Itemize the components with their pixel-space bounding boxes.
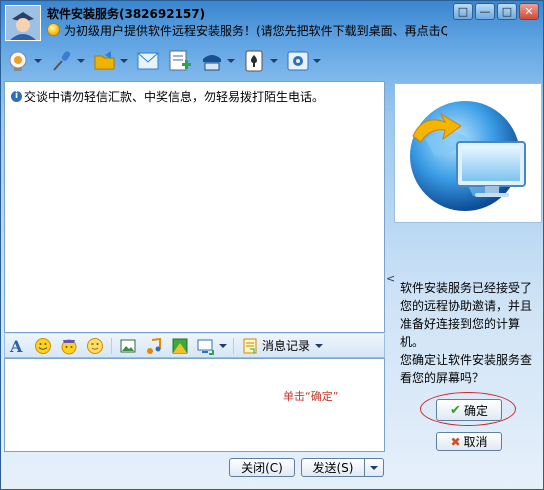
screen-capture-icon[interactable]: [196, 337, 216, 355]
avatar[interactable]: [5, 5, 41, 41]
qq-chat-window: 软件安装服务(382692157) 为初级用户提供软件远程安装服务！(请您先把软…: [0, 0, 544, 490]
window-restore-button[interactable]: □: [453, 3, 473, 20]
chat-history-area[interactable]: i 交谈中请勿轻信汇款、中奖信息，勿轻易拨打陌生电话。: [4, 81, 385, 333]
toolbar: [7, 47, 329, 75]
window-subtitle: 为初级用户提供软件远程安装服务！(请您先把软件下载到桌面、再点击QQ窗口“应用-…: [64, 24, 447, 38]
close-icon: ✖: [450, 434, 461, 449]
message-input[interactable]: 单击“确定”: [4, 358, 385, 452]
message-line: 您的远程协助邀请，并且: [400, 299, 533, 313]
info-icon: i: [11, 91, 22, 102]
message-line: 软件安装服务已经接受了: [400, 281, 533, 295]
email-icon: [136, 49, 160, 73]
confirm-button[interactable]: ✔ 确定: [436, 399, 502, 421]
chevron-down-icon: [370, 465, 378, 470]
security-notice: i 交谈中请勿轻信汇款、中奖信息，勿轻易拨打陌生电话。: [11, 88, 324, 105]
smile-icon: [47, 23, 60, 36]
message-history-label: 消息记录: [262, 339, 311, 353]
close-button[interactable]: 关闭(C): [229, 458, 295, 477]
toolbar-settings[interactable]: [286, 49, 321, 73]
video-icon: [7, 49, 31, 73]
remote-assist-message: 软件安装服务已经接受了 您的远程协助邀请，并且 准备好连接到您的计算 机。 您确…: [400, 279, 540, 387]
music-icon[interactable]: [144, 337, 164, 355]
toolbar-remote-assist[interactable]: [200, 49, 235, 73]
message-line: 准备好连接到您的计算: [400, 317, 521, 331]
toolbar-games[interactable]: [243, 49, 278, 73]
screenshot-icon[interactable]: [118, 337, 138, 355]
format-toolbar: A 消息记录: [4, 334, 385, 358]
cancel-button-label: 取消: [463, 435, 488, 449]
toolbar-video[interactable]: [7, 49, 42, 73]
font-icon[interactable]: A: [7, 337, 27, 355]
send-file-icon: [93, 49, 117, 73]
instruction-hint: 单击“确定”: [283, 390, 339, 403]
format-separator: [111, 337, 112, 354]
wink-icon[interactable]: [85, 337, 105, 355]
toolbar-add-app[interactable]: [168, 49, 192, 73]
toolbar-email[interactable]: [136, 49, 160, 73]
collapse-panel-button[interactable]: <: [386, 272, 395, 285]
message-line: 看您的屏幕吗？: [400, 371, 485, 385]
security-notice-text: 交谈中请勿轻信汇款、中奖信息，勿轻易拨打陌生电话。: [24, 90, 325, 104]
message-line: 您确定让软件安装服务查: [400, 353, 533, 367]
window-controls: □ — □ ✕: [453, 3, 539, 20]
image-icon[interactable]: [170, 337, 190, 355]
svg-text:A: A: [9, 337, 23, 355]
chevron-down-icon: [315, 343, 324, 348]
remote-assist-illustration: [394, 83, 542, 223]
send-button[interactable]: 发送(S): [301, 458, 365, 477]
voice-icon: [50, 49, 74, 73]
toolbar-voice[interactable]: [50, 49, 85, 73]
settings-icon: [286, 49, 310, 73]
history-icon: [240, 337, 260, 355]
send-options-button[interactable]: [365, 458, 384, 477]
magic-emoji-icon[interactable]: [59, 337, 79, 355]
remote-assist-icon: [200, 49, 224, 73]
window-close-button[interactable]: ✕: [519, 3, 539, 20]
games-icon: [243, 49, 267, 73]
screen-capture-dropdown-icon[interactable]: [219, 343, 227, 348]
window-title: 软件安装服务(382692157): [47, 7, 206, 21]
message-line: 机。: [400, 335, 425, 349]
emoji-icon[interactable]: [33, 337, 53, 355]
add-app-icon: [168, 49, 192, 73]
window-subtitle-row: 为初级用户提供软件远程安装服务！(请您先把软件下载到桌面、再点击QQ窗口“应用-…: [47, 22, 447, 38]
format-separator-2: [233, 337, 234, 354]
window-minimize-button[interactable]: —: [475, 3, 495, 20]
cancel-button[interactable]: ✖ 取消: [436, 432, 502, 451]
window-maximize-button[interactable]: □: [497, 3, 517, 20]
confirm-button-label: 确定: [463, 403, 488, 418]
message-history-button[interactable]: 消息记录: [240, 337, 324, 355]
toolbar-send-file[interactable]: [93, 49, 128, 73]
check-icon: ✔: [450, 402, 461, 418]
